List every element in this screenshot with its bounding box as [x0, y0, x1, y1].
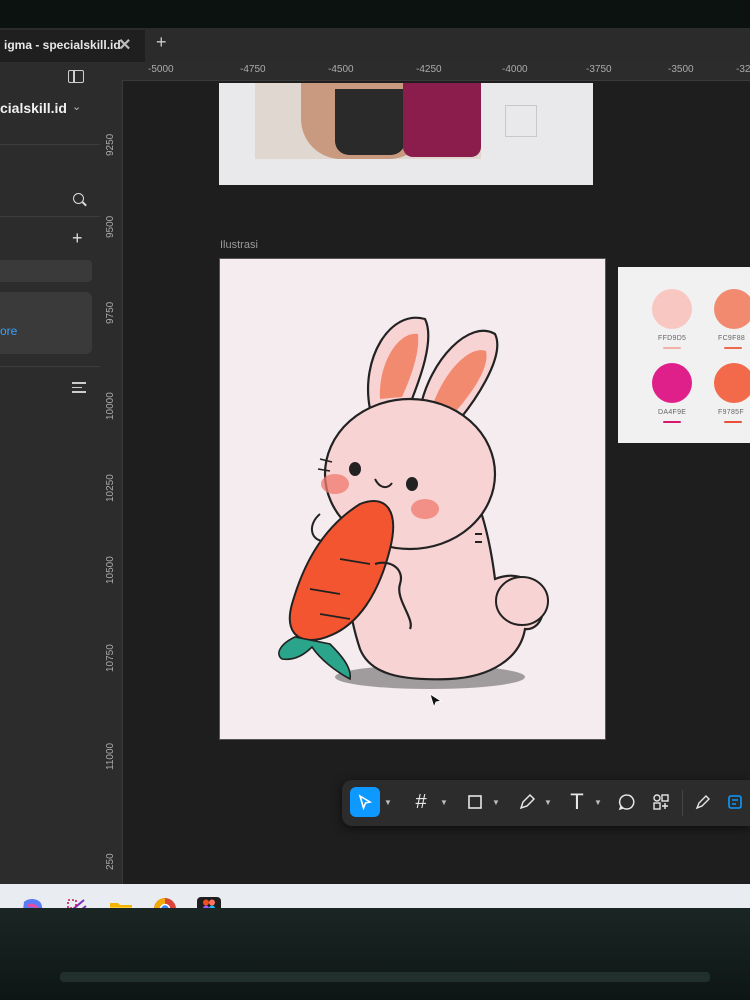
actions-icon	[653, 794, 669, 810]
swatch-4-bar	[724, 421, 742, 423]
rectangle-icon	[468, 795, 482, 809]
mouse-cursor-icon	[429, 693, 443, 709]
draw-icon	[695, 795, 710, 810]
move-tool-button[interactable]	[350, 787, 380, 817]
actions-tool-button[interactable]	[646, 787, 676, 817]
chevron-down-icon[interactable]: ▼	[544, 798, 552, 807]
laptop-hinge	[0, 908, 750, 1000]
ruler-tick: -4250	[416, 64, 442, 75]
ruler-tick: 10750	[105, 644, 116, 672]
ruler-tick: -3500	[668, 64, 694, 75]
add-page-button[interactable]: +	[72, 228, 83, 249]
chevron-down-icon[interactable]: ▼	[594, 798, 602, 807]
chevron-down-icon[interactable]: ▼	[440, 798, 448, 807]
photo-shirt	[403, 83, 481, 157]
explore-link[interactable]: ore	[0, 324, 17, 338]
ruler-tick: -4750	[240, 64, 266, 75]
bunny-illustration	[278, 316, 549, 689]
photo-logo	[505, 105, 537, 137]
page-item-selected[interactable]	[0, 292, 92, 354]
ruler-tick: -4500	[328, 64, 354, 75]
swatch-4[interactable]	[714, 363, 750, 403]
figma-icon[interactable]	[196, 896, 222, 908]
color-palette-frame[interactable]: FFD9D5 FC9F88 DA4F9E F9785F	[618, 267, 750, 443]
toolbar-divider	[682, 790, 683, 816]
pointer-icon	[358, 794, 373, 810]
sidebar-toggle-icon[interactable]	[68, 70, 84, 83]
chevron-down-icon[interactable]: ▼	[384, 798, 392, 807]
laptop-hinge-bar	[60, 972, 710, 982]
shape-tool-button[interactable]	[460, 787, 490, 817]
frame-name-label[interactable]: Ilustrasi	[220, 239, 258, 251]
laptop-screen: igma - specialskill.id ✕ + cialskill.id …	[0, 28, 750, 908]
snipping-tool-icon[interactable]	[64, 896, 90, 908]
photo-frame[interactable]	[219, 83, 593, 185]
ruler-tick: -4000	[502, 64, 528, 75]
ruler-tick: 9250	[105, 133, 116, 156]
copilot-icon[interactable]	[20, 896, 46, 908]
ruler-tick: -3750	[586, 64, 612, 75]
vertical-ruler: 9250 9500 9750 10000 10250 10500 10750 1…	[100, 80, 123, 908]
ruler-tick: 10000	[105, 392, 116, 420]
ruler-tick: 9750	[105, 301, 116, 324]
swatch-3-hex: DA4F9E	[658, 409, 687, 416]
bottom-toolbar: ▼ # ▼ ▼ ▼ T ▼	[342, 780, 750, 826]
illustration-frame[interactable]	[220, 259, 605, 739]
ruler-tick: 9500	[105, 215, 116, 238]
file-explorer-icon[interactable]	[108, 896, 134, 908]
text-icon: T	[570, 789, 584, 814]
swatch-3-bar	[663, 421, 681, 423]
ruler-tick: 11000	[105, 742, 116, 770]
chevron-down-icon[interactable]: ⌄	[72, 100, 81, 113]
dev-mode-button[interactable]	[720, 787, 750, 817]
ruler-tick: 10250	[105, 474, 116, 502]
comment-icon	[618, 794, 635, 811]
swatch-4-hex: F9785F	[718, 409, 744, 416]
search-icon[interactable]	[73, 193, 84, 204]
layers-list-icon[interactable]	[72, 382, 86, 396]
photo-bag	[335, 89, 405, 155]
swatch-2-bar	[724, 347, 742, 349]
panel-divider	[0, 366, 100, 367]
chrome-icon[interactable]	[152, 896, 178, 908]
close-tab-icon[interactable]: ✕	[118, 35, 131, 55]
pen-icon	[519, 793, 536, 810]
browser-tab-bar: igma - specialskill.id ✕ +	[0, 28, 750, 62]
frame-tool-button[interactable]: #	[406, 787, 436, 817]
page-item[interactable]	[0, 260, 92, 282]
pen-tool-button[interactable]	[512, 787, 542, 817]
swatch-2-hex: FC9F88	[718, 335, 746, 342]
swatch-1[interactable]	[652, 289, 692, 329]
comment-tool-button[interactable]	[612, 787, 642, 817]
left-panel: cialskill.id ⌄ + ore	[0, 62, 100, 908]
text-tool-button[interactable]: T	[562, 787, 592, 817]
dev-mode-icon	[728, 795, 742, 809]
ruler-tick: 10500	[105, 556, 116, 584]
tab-figma-file[interactable]: igma - specialskill.id ✕	[0, 30, 145, 62]
design-canvas[interactable]: Ilustrasi FFD9D5 FC9F88 DA4F9E F9785F ▼ …	[123, 81, 750, 908]
draw-mode-button[interactable]	[688, 787, 718, 817]
ruler-tick: -5000	[148, 64, 174, 75]
horizontal-ruler: -5000 -4750 -4500 -4250 -4000 -3750 -350…	[100, 62, 750, 81]
new-tab-button[interactable]: +	[156, 32, 167, 53]
swatch-2[interactable]	[714, 289, 750, 329]
panel-divider	[0, 144, 100, 145]
chevron-down-icon[interactable]: ▼	[492, 798, 500, 807]
frame-icon: #	[415, 790, 427, 813]
swatch-1-bar	[663, 347, 681, 349]
tab-title: igma - specialskill.id	[4, 38, 121, 52]
swatch-3[interactable]	[652, 363, 692, 403]
swatch-1-hex: FFD9D5	[658, 335, 687, 342]
os-taskbar	[0, 884, 750, 908]
panel-divider	[0, 216, 100, 217]
file-name[interactable]: cialskill.id	[0, 100, 67, 116]
ruler-tick: -32	[736, 64, 750, 75]
ruler-tick: 250	[105, 853, 116, 870]
